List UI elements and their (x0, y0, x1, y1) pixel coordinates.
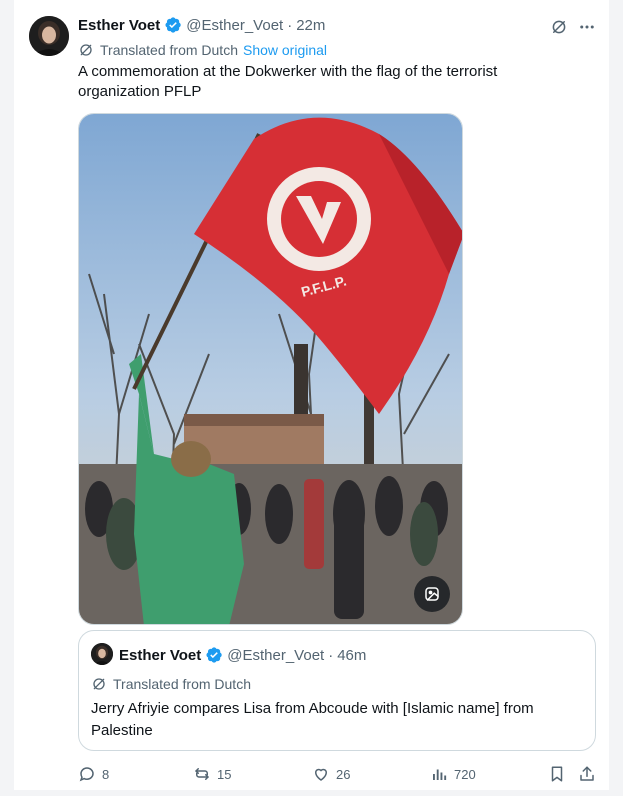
show-original-link[interactable]: Show original (243, 42, 327, 58)
more-options-icon[interactable] (576, 16, 598, 38)
image-edit-icon (425, 587, 439, 601)
repost-icon (195, 768, 209, 780)
reply-button[interactable]: 8 (78, 765, 109, 783)
left-margin (0, 0, 14, 796)
views-button[interactable]: 720 (430, 765, 476, 783)
bookmark-icon (551, 766, 563, 782)
quote-author-name: Esther Voet (119, 646, 202, 664)
bookmark-button[interactable] (547, 764, 567, 784)
quote-separator: · (328, 646, 334, 664)
translate-icon (78, 42, 94, 58)
timestamp[interactable]: 22m (296, 17, 325, 34)
repost-count: 15 (217, 766, 232, 782)
quote-translate-icon (91, 676, 107, 692)
translation-row: Translated from Dutch Show original (78, 41, 327, 59)
verified-badge-icon (164, 16, 182, 34)
translated-label: Translated from Dutch (100, 42, 238, 58)
quote-header: Esther Voet @Esther_Voet · 46m (119, 645, 366, 665)
quote-avatar[interactable] (91, 643, 113, 665)
quote-text: Jerry Afriyie compares Lisa from Abcoude… (91, 700, 534, 739)
avatar[interactable] (29, 16, 69, 56)
author-name[interactable]: Esther Voet (78, 17, 160, 34)
quote-timestamp: 46m (337, 646, 367, 664)
like-count: 26 (336, 766, 351, 782)
heart-icon (314, 768, 328, 781)
tweet-header: Esther Voet @Esther_Voet · 22m (78, 15, 325, 35)
bottom-margin (0, 790, 623, 796)
tweet-photo[interactable]: P.F.L.P. (78, 113, 463, 625)
quote-translated-label: Translated from Dutch (113, 676, 251, 692)
tweet-text: A commemoration at the Dokwerker with th… (78, 63, 498, 100)
views-count: 720 (454, 766, 476, 782)
quote-author-handle: @Esther_Voet (227, 646, 325, 664)
views-icon (433, 769, 447, 780)
right-margin (609, 0, 623, 796)
repost-button[interactable]: 15 (193, 765, 231, 783)
reply-icon (79, 767, 94, 782)
image-edit-button[interactable] (414, 576, 450, 612)
like-button[interactable]: 26 (312, 765, 350, 783)
separator: · (287, 16, 293, 34)
author-handle[interactable]: @Esther_Voet (186, 17, 283, 34)
reply-count: 8 (102, 766, 110, 782)
share-button[interactable] (577, 764, 597, 784)
grok-icon[interactable] (548, 16, 570, 38)
quote-verified-badge-icon (205, 646, 223, 664)
quote-translation-row: Translated from Dutch (91, 675, 251, 693)
share-icon (580, 766, 594, 781)
